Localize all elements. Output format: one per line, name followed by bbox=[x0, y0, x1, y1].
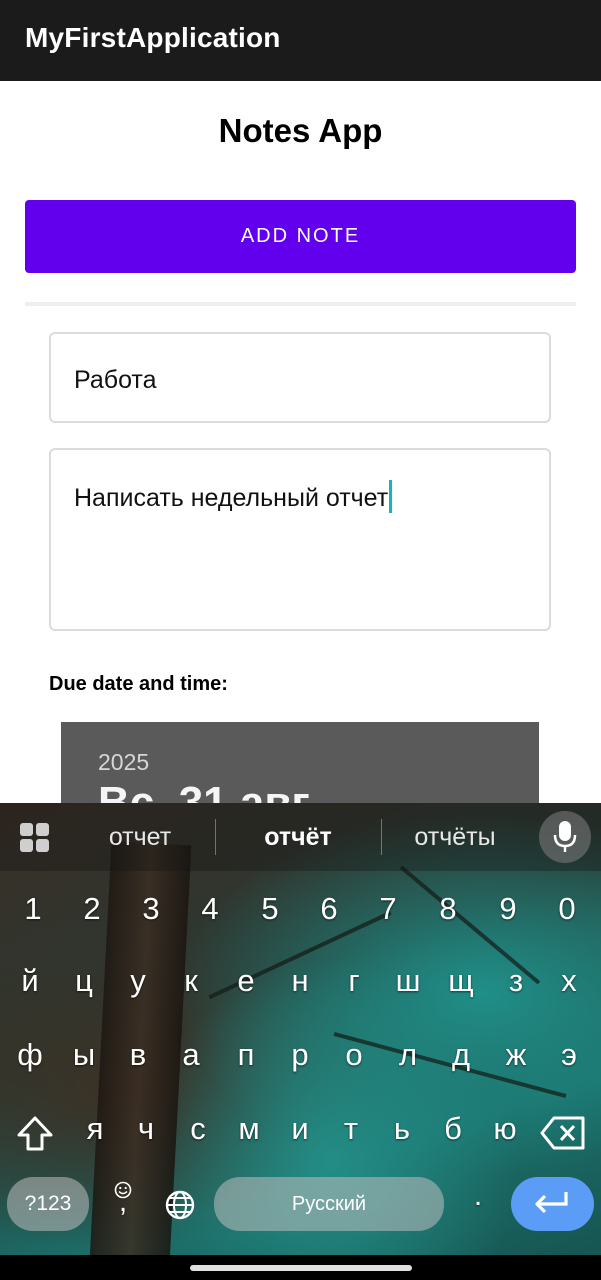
number-row: 1 2 3 4 5 6 7 8 9 0 bbox=[0, 891, 601, 951]
key-letter[interactable]: ю bbox=[481, 1111, 529, 1147]
page-title: Notes App bbox=[218, 112, 383, 149]
key-letter[interactable]: ж bbox=[492, 1037, 540, 1073]
key-letter[interactable]: о bbox=[330, 1037, 378, 1073]
key-letter[interactable]: й bbox=[6, 963, 54, 999]
key-letter[interactable]: ф bbox=[6, 1037, 54, 1073]
note-title-value: Работа bbox=[74, 366, 157, 394]
key-letter[interactable]: в bbox=[114, 1037, 162, 1073]
key-letter[interactable]: ы bbox=[60, 1037, 108, 1073]
symbols-key[interactable]: ?123 bbox=[7, 1177, 89, 1231]
period-key[interactable]: . bbox=[454, 1179, 502, 1213]
key-3[interactable]: 3 bbox=[127, 891, 175, 927]
backspace-icon[interactable] bbox=[540, 1115, 586, 1151]
app-bar: MyFirstApplication bbox=[0, 0, 601, 81]
key-letter[interactable]: з bbox=[492, 963, 540, 999]
key-1[interactable]: 1 bbox=[9, 891, 57, 927]
date-picker-header[interactable]: 2025 Вс, 31 авг. bbox=[61, 722, 539, 812]
key-letter[interactable]: с bbox=[174, 1111, 222, 1147]
comma-key[interactable]: , bbox=[99, 1185, 147, 1219]
letter-row-1: й ц у к е н г ш щ з х bbox=[0, 963, 601, 1023]
key-letter[interactable]: ш bbox=[384, 963, 432, 999]
divider bbox=[25, 302, 576, 306]
key-letter[interactable]: э bbox=[545, 1037, 593, 1073]
picker-year[interactable]: 2025 bbox=[98, 749, 149, 776]
key-letter[interactable]: щ bbox=[437, 963, 485, 999]
key-letter[interactable]: к bbox=[167, 963, 215, 999]
soft-keyboard: отчет отчёт отчёты 1 2 3 4 5 6 7 8 9 0 й… bbox=[0, 803, 601, 1280]
key-letter[interactable]: т bbox=[327, 1111, 375, 1147]
enter-icon bbox=[535, 1192, 568, 1214]
key-5[interactable]: 5 bbox=[246, 891, 294, 927]
globe-icon[interactable] bbox=[164, 1189, 196, 1221]
key-letter[interactable]: г bbox=[330, 963, 378, 999]
note-description-value: Написать недельный отчет bbox=[74, 484, 389, 512]
key-letter[interactable]: п bbox=[222, 1037, 270, 1073]
key-6[interactable]: 6 bbox=[305, 891, 353, 927]
text-caret bbox=[389, 480, 393, 513]
key-letter[interactable]: р bbox=[276, 1037, 324, 1073]
key-letter[interactable]: л bbox=[384, 1037, 432, 1073]
microphone-icon[interactable] bbox=[539, 811, 591, 863]
key-7[interactable]: 7 bbox=[364, 891, 412, 927]
note-title-field[interactable]: Работа bbox=[49, 332, 551, 423]
key-2[interactable]: 2 bbox=[68, 891, 116, 927]
key-letter[interactable]: ч bbox=[122, 1111, 170, 1147]
key-letter[interactable]: ь bbox=[378, 1111, 426, 1147]
key-8[interactable]: 8 bbox=[424, 891, 472, 927]
key-letter[interactable]: у bbox=[114, 963, 162, 999]
key-letter[interactable]: д bbox=[437, 1037, 485, 1073]
key-letter[interactable]: и bbox=[276, 1111, 324, 1147]
suggestion-1[interactable]: отчет bbox=[80, 823, 200, 852]
suggestion-3[interactable]: отчёты bbox=[392, 823, 518, 852]
letter-row-2: ф ы в а п р о л д ж э bbox=[0, 1037, 601, 1097]
add-note-button[interactable]: ADD NOTE bbox=[25, 200, 576, 273]
key-letter[interactable]: х bbox=[545, 963, 593, 999]
note-description-field[interactable]: Написать недельный отчет bbox=[49, 448, 551, 631]
space-bar[interactable]: Русский bbox=[214, 1177, 444, 1231]
home-gesture-handle[interactable] bbox=[190, 1265, 412, 1271]
suggestion-separator bbox=[381, 819, 382, 855]
key-letter[interactable]: ц bbox=[60, 963, 108, 999]
suggestion-separator bbox=[215, 819, 216, 855]
due-date-label: Due date and time: bbox=[49, 673, 228, 695]
shift-icon[interactable] bbox=[14, 1113, 56, 1155]
key-letter[interactable]: б bbox=[429, 1111, 477, 1147]
apps-grid-icon[interactable] bbox=[20, 823, 50, 853]
key-letter[interactable]: а bbox=[167, 1037, 215, 1073]
key-letter[interactable]: н bbox=[276, 963, 324, 999]
bottom-row: ?123 , Русский . bbox=[0, 1177, 601, 1233]
suggestion-bar: отчет отчёт отчёты bbox=[0, 803, 601, 871]
suggestion-2[interactable]: отчёт bbox=[230, 823, 366, 852]
key-4[interactable]: 4 bbox=[186, 891, 234, 927]
key-letter[interactable]: м bbox=[225, 1111, 273, 1147]
key-letter[interactable]: я bbox=[71, 1111, 119, 1147]
key-9[interactable]: 9 bbox=[484, 891, 532, 927]
letter-row-3: я ч с м и т ь б ю bbox=[0, 1111, 601, 1171]
key-0[interactable]: 0 bbox=[543, 891, 591, 927]
enter-key[interactable] bbox=[511, 1177, 594, 1231]
note-description-wrap: Написать недельный отчет bbox=[74, 480, 393, 513]
key-letter[interactable]: е bbox=[222, 963, 270, 999]
app-title: MyFirstApplication bbox=[25, 22, 281, 53]
